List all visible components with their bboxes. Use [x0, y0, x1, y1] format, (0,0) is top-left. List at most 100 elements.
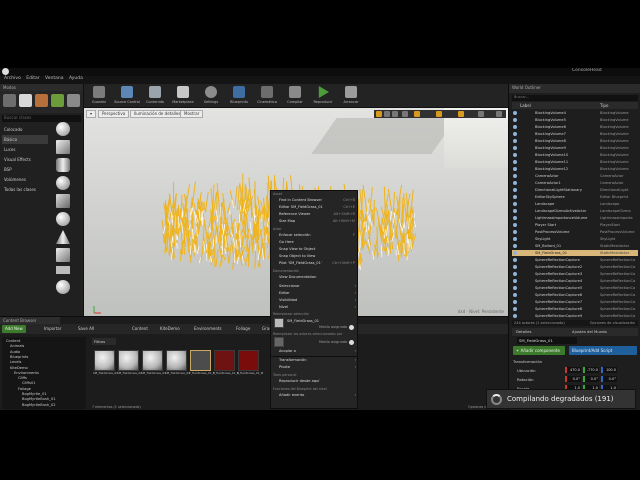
visibility-eye-icon[interactable]	[513, 153, 517, 157]
plane-actor-icon[interactable]	[56, 266, 70, 274]
visibility-eye-icon[interactable]	[513, 146, 517, 150]
visibility-eye-icon[interactable]	[513, 125, 517, 129]
outliner-row[interactable]: Landscape Landscape	[512, 201, 638, 207]
place-category[interactable]: Visual Effects	[2, 155, 48, 164]
blueprint-add-script-button[interactable]: Blueprint/Add Script	[569, 346, 637, 355]
place-category[interactable]: Volúmenes	[2, 175, 48, 184]
actor-name-field[interactable]: SM_FieldGrass_01	[517, 337, 577, 344]
rotation-snap-icon[interactable]	[436, 111, 442, 117]
visibility-eye-icon[interactable]	[513, 111, 517, 115]
sphere-actor-icon[interactable]	[56, 122, 70, 136]
maximize-icon[interactable]	[496, 111, 502, 117]
location-y-field[interactable]: -770.0	[583, 367, 599, 373]
visibility-eye-icon[interactable]	[513, 286, 517, 290]
ctx-view-docs[interactable]: View Documentation	[271, 274, 359, 281]
outliner-row[interactable]: BlockingVolume9 BlockingVolume	[512, 145, 638, 151]
asset-tile[interactable]	[94, 350, 115, 371]
marketplace-button[interactable]: Marketplace	[170, 85, 196, 107]
visibility-eye-icon[interactable]	[513, 265, 517, 269]
play-button[interactable]: Reproducir	[310, 85, 336, 107]
sphere-actor-icon[interactable]	[56, 280, 70, 294]
grid-snap-icon[interactable]	[414, 111, 420, 117]
cube-actor-icon[interactable]	[56, 194, 70, 208]
visibility-eye-icon[interactable]	[513, 258, 517, 262]
visibility-eye-icon[interactable]	[513, 293, 517, 297]
visibility-eye-icon[interactable]	[513, 209, 517, 213]
outliner-row[interactable]: SphereReflectionCapture5 SphereReflection…	[512, 285, 638, 291]
geometry-mode-icon[interactable]	[67, 94, 80, 107]
visibility-eye-icon[interactable]	[513, 216, 517, 220]
outliner-row[interactable]: SphereReflectionCapture8 SphereReflection…	[512, 306, 638, 312]
menu-ayuda[interactable]: Ayuda	[69, 76, 83, 81]
asset-tile[interactable]	[118, 350, 139, 371]
visibility-eye-icon[interactable]	[513, 160, 517, 164]
col-type[interactable]: Tipo	[600, 102, 608, 109]
outliner-row[interactable]: EditorSkySphere Editar Blueprint	[512, 194, 638, 200]
settings-button[interactable]: Settings	[198, 85, 224, 107]
ctx-focus-selection[interactable]: Enfocar selección F	[271, 232, 359, 239]
outliner-row[interactable]: DirectionalLightStationary DirectionalLig…	[512, 187, 638, 193]
rotation-x-field[interactable]: 0.0°	[565, 376, 581, 382]
col-label[interactable]: Label	[520, 102, 531, 109]
ctx-play-from-here[interactable]: Reproducir desde aquí	[271, 378, 359, 385]
folder-tree-item[interactable]: Environments	[14, 371, 39, 375]
eyedropper-icon[interactable]	[349, 340, 354, 345]
transform-section[interactable]: Transformación	[513, 359, 542, 364]
place-search-input[interactable]: Buscar clases	[2, 115, 81, 122]
outliner-row[interactable]: SM_FieldGrass_01 StaticMeshActor	[512, 250, 638, 256]
content-browser-tab[interactable]: Content Browser	[0, 317, 60, 324]
outliner-row[interactable]: LightmassImportanceVolume LightmassImport…	[512, 215, 638, 221]
content-button[interactable]: Contenido	[142, 85, 168, 107]
eyedropper-icon[interactable]	[349, 325, 354, 330]
outliner-row[interactable]: SphereReflectionCapture9 SphereReflection…	[512, 313, 638, 319]
breadcrumb-foliage[interactable]: Foliage	[236, 326, 250, 331]
ctx-submenu-edit[interactable]: Editar ›	[271, 290, 359, 297]
visibility-eye-icon[interactable]	[513, 244, 517, 248]
visibility-eye-icon[interactable]	[513, 237, 517, 241]
outliner-row[interactable]: BlockingVolume5 BlockingVolume	[512, 117, 638, 123]
visibility-eye-icon[interactable]	[513, 314, 517, 318]
rotate-icon[interactable]	[384, 111, 390, 117]
ctx-transform[interactable]: Transformación ›	[271, 357, 359, 364]
outliner-row[interactable]: BlockingVolume10 BlockingVolume	[512, 152, 638, 158]
folder-tree-item[interactable]: Content	[6, 339, 20, 343]
ctx-find-in-browser[interactable]: Find in Content Browser Ctrl+B	[271, 197, 359, 204]
paint-mode-icon[interactable]	[19, 94, 32, 107]
launch-button[interactable]: Arrancar	[338, 85, 364, 107]
breadcrumb-environments[interactable]: Environments	[194, 326, 222, 331]
rotation-z-field[interactable]: 0.0°	[601, 376, 617, 382]
asset-tile[interactable]	[166, 350, 187, 371]
outliner-row[interactable]: Player Start PlayerStart	[512, 222, 638, 228]
add-component-button[interactable]: + Añadir componente	[513, 346, 565, 355]
cylinder-actor-icon[interactable]	[56, 158, 70, 172]
visibility-eye-icon[interactable]	[513, 223, 517, 227]
outliner-row[interactable]: BlockingVolume12 BlockingVolume	[512, 166, 638, 172]
outliner-row[interactable]: SphereReflectionCapture3 SphereReflection…	[512, 271, 638, 277]
folder-tree-item[interactable]: Animals	[10, 344, 24, 348]
visibility-eye-icon[interactable]	[513, 202, 517, 206]
foliage-mode-icon[interactable]	[51, 94, 64, 107]
source-control-button[interactable]: Source Control	[114, 85, 140, 107]
breadcrumb-kitedemo[interactable]: KiteDemo	[160, 326, 180, 331]
place-category[interactable]: Básico	[2, 135, 48, 144]
build-button[interactable]: Compilar	[282, 85, 308, 107]
visibility-eye-icon[interactable]	[513, 139, 517, 143]
cone-actor-icon[interactable]	[56, 230, 70, 244]
ctx-replace-media[interactable]: Media asignada	[271, 339, 359, 346]
ctx-size-map[interactable]: Size Map Alt+Shift+M	[271, 218, 359, 225]
scale-snap-icon[interactable]	[458, 111, 464, 117]
outliner-row[interactable]: BlockingVolume6 BlockingVolume	[512, 124, 638, 130]
outliner-row[interactable]: BlockingVolume11 BlockingVolume	[512, 159, 638, 165]
rotation-y-field[interactable]: 0.0°	[583, 376, 599, 382]
folder-tree-item[interactable]: KiteDemo	[10, 366, 28, 370]
cube-actor-icon[interactable]	[56, 248, 70, 262]
visibility-eye-icon[interactable]	[513, 167, 517, 171]
visibility-eye-icon[interactable]	[513, 300, 517, 304]
lighting-mode-button[interactable]: Iluminación de detalles	[130, 110, 185, 118]
outliner-row[interactable]: SphereReflectionCapture7 SphereReflection…	[512, 299, 638, 305]
menu-archivo[interactable]: Archivo	[4, 76, 21, 81]
save-button[interactable]: Guardar	[86, 85, 112, 107]
outliner-row[interactable]: SphereReflectionCapture SphereReflectionC…	[512, 257, 638, 263]
visibility-eye-icon[interactable]	[513, 118, 517, 122]
outliner-row[interactable]: CameraActor CameraActor	[512, 173, 638, 179]
